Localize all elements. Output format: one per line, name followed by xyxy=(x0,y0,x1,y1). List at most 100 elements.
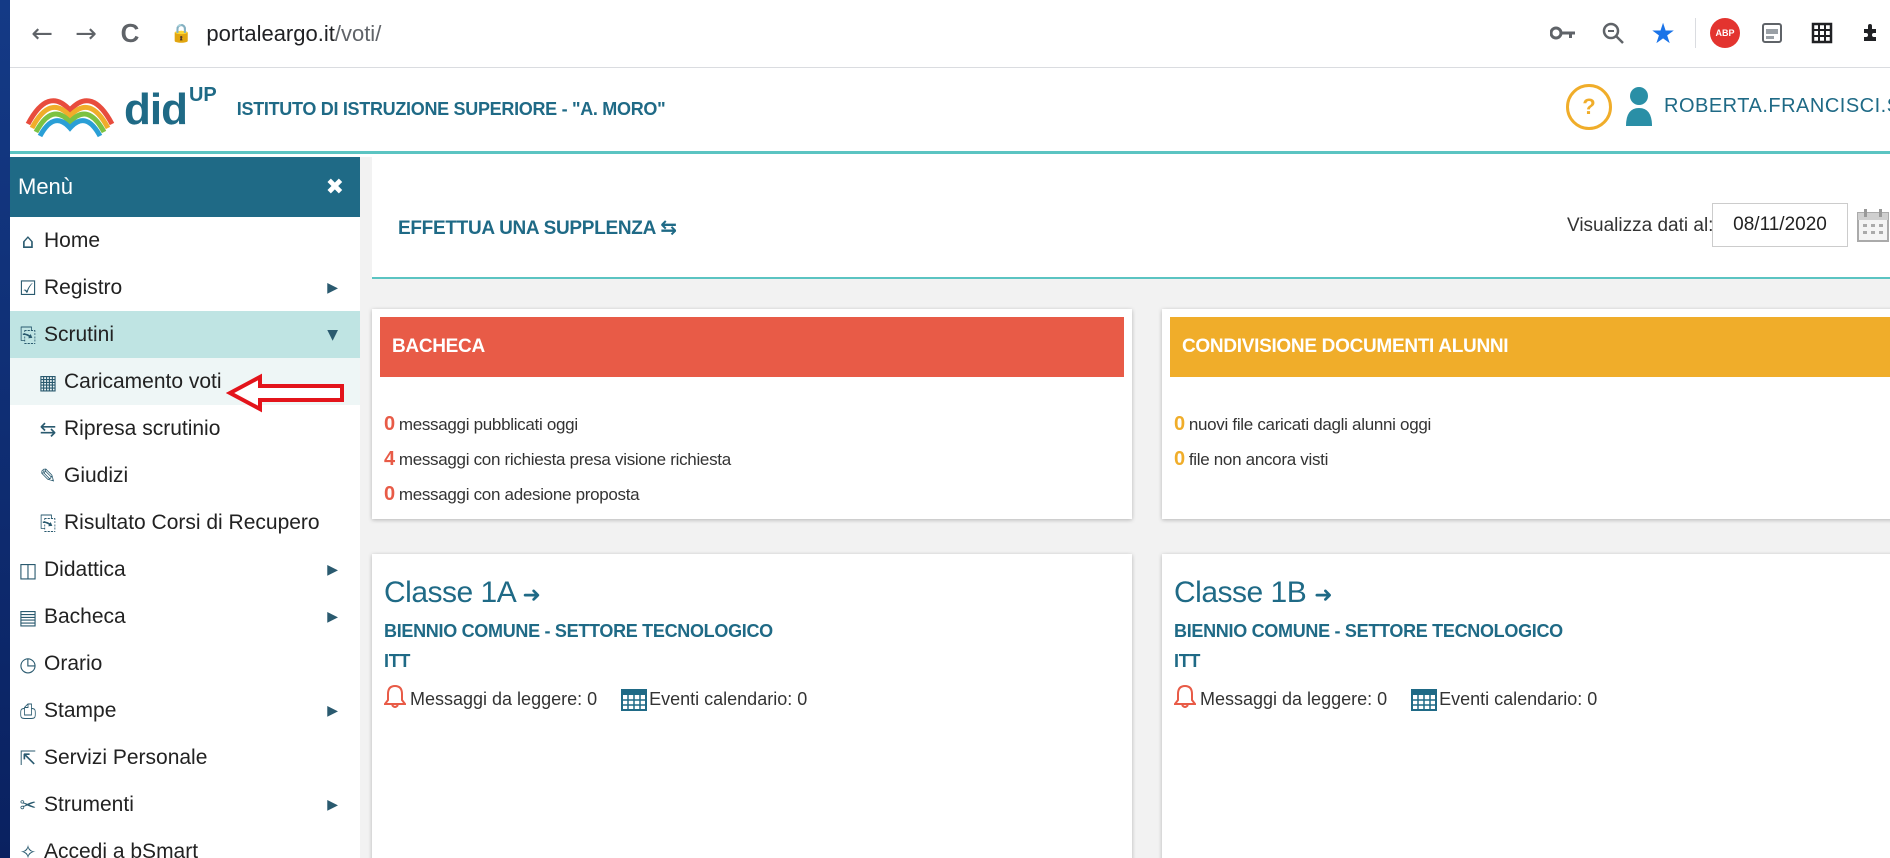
sidebar-item-orario[interactable]: ◷ Orario xyxy=(10,640,360,687)
line-text: nuovi file caricati dagli alunni oggi xyxy=(1188,414,1431,434)
user-menu[interactable]: ROBERTA.FRANCISCI.SC xyxy=(1624,86,1890,126)
logo-text: did xyxy=(124,84,188,134)
question-icon: ? xyxy=(1582,94,1596,119)
page-toolbar: EFFETTUA UNA SUPPLENZA ⇆ Visualizza dati… xyxy=(372,157,1890,279)
lock-icon: 🔒 xyxy=(170,23,193,44)
sidebar-item-scrutini[interactable]: ⎘ Scrutini ▼ xyxy=(10,311,360,358)
class-school: ITT xyxy=(1174,650,1201,671)
forward-button[interactable]: → xyxy=(64,12,108,56)
date-field[interactable]: 08/11/2020 xyxy=(1712,203,1848,247)
bsmart-icon: ✧ xyxy=(19,839,37,858)
calendar-icon[interactable] xyxy=(1856,207,1890,243)
rainbow-logo-icon xyxy=(25,97,115,137)
sidebar-item-didattica[interactable]: ◫ Didattica ▶ xyxy=(10,546,360,593)
book-icon: ◫ xyxy=(18,557,38,582)
printer-icon: ⎙ xyxy=(20,698,36,723)
bell-icon xyxy=(383,684,407,714)
bacheca-header[interactable]: BACHECA xyxy=(380,317,1124,377)
sidebar-item-label: Stampe xyxy=(44,698,117,722)
adblock-extension-icon[interactable]: ABP xyxy=(1710,18,1740,48)
bacheca-line[interactable]: 0 messaggi pubblicati oggi xyxy=(372,407,1132,442)
logo-superscript: UP xyxy=(188,84,217,106)
sidebar-item-bsmart[interactable]: ✧ Accedi a bSmart xyxy=(10,828,360,858)
class-stats: Messaggi da leggere: 0 Eventi calendario… xyxy=(372,676,1132,722)
sidebar-item-stampe[interactable]: ⎙ Stampe ▶ xyxy=(10,687,360,734)
sidebar-item-home[interactable]: ⌂ Home xyxy=(10,217,360,264)
user-name: ROBERTA.FRANCISCI.SC xyxy=(1664,94,1890,117)
condivisione-line[interactable]: 0 nuovi file caricati dagli alunni oggi xyxy=(1162,407,1890,442)
count-value: 0 xyxy=(1174,448,1185,470)
enter-icon: ➜ xyxy=(522,583,541,608)
effettua-supplenza-link[interactable]: EFFETTUA UNA SUPPLENZA ⇆ xyxy=(398,215,677,240)
condivisione-header[interactable]: CONDIVISIONE DOCUMENTI ALUNNI xyxy=(1170,317,1890,377)
reload-button[interactable]: C xyxy=(108,12,152,56)
back-arrow-icon: ← xyxy=(31,18,53,49)
messages-count[interactable]: Messaggi da leggere: 0 xyxy=(410,689,597,710)
key-icon[interactable] xyxy=(1545,10,1581,56)
class-stats: Messaggi da leggere: 0 Eventi calendario… xyxy=(1162,676,1890,722)
forward-arrow-icon: → xyxy=(75,18,97,49)
class-card-1b: Classe 1B ➜ BIENNIO COMUNE - SETTORE TEC… xyxy=(1162,554,1890,858)
enter-icon: ➜ xyxy=(1314,583,1333,608)
count-value: 0 xyxy=(1174,413,1185,435)
back-button[interactable]: ← xyxy=(20,12,64,56)
grid-extension-icon[interactable] xyxy=(1804,10,1840,56)
sidebar-item-giudizi[interactable]: ✎ Giudizi xyxy=(10,452,360,499)
sidebar-item-label: Didattica xyxy=(44,557,126,581)
count-value: 0 xyxy=(384,483,395,505)
sidebar-item-label: Risultato Corsi di Recupero xyxy=(64,510,320,534)
events-count[interactable]: Eventi calendario: 0 xyxy=(1439,689,1597,710)
app-header: did UP ISTITUTO DI ISTRUZIONE SUPERIORE -… xyxy=(10,68,1890,154)
line-text: file non ancora visti xyxy=(1188,449,1329,469)
sidebar-item-label: Registro xyxy=(44,275,123,299)
extension-window-icon[interactable] xyxy=(1754,10,1790,56)
bacheca-line[interactable]: 0 messaggi con adesione proposta xyxy=(372,477,1132,512)
caret-right-icon: ▶ xyxy=(327,608,338,625)
tools-icon: ✂ xyxy=(19,792,37,817)
supplenza-label: EFFETTUA UNA SUPPLENZA xyxy=(398,218,656,239)
user-icon xyxy=(1626,87,1652,126)
bacheca-line[interactable]: 4 messaggi con richiesta presa visione r… xyxy=(372,442,1132,477)
sidebar-item-label: Home xyxy=(44,228,101,252)
menu-header: Menù ✖ xyxy=(10,157,360,217)
condivisione-card: CONDIVISIONE DOCUMENTI ALUNNI 0 nuovi fi… xyxy=(1162,309,1890,519)
sidebar-item-label: Bacheca xyxy=(44,604,126,628)
reload-icon: C xyxy=(120,18,140,48)
caret-right-icon: ▶ xyxy=(327,279,338,296)
calendar-check-icon: ☑ xyxy=(19,275,37,300)
bookmark-star-icon[interactable]: ★ xyxy=(1645,10,1681,56)
retweet-icon: ⇆ xyxy=(39,416,57,441)
events-count[interactable]: Eventi calendario: 0 xyxy=(649,689,807,710)
clock-icon: ◷ xyxy=(19,651,37,676)
sidebar-item-label: Accedi a bSmart xyxy=(44,839,199,858)
sidebar-item-strumenti[interactable]: ✂ Strumenti ▶ xyxy=(10,781,360,828)
calendar-grid-icon xyxy=(1411,689,1438,711)
sidebar-item-registro[interactable]: ☑ Registro ▶ xyxy=(10,264,360,311)
edit-icon: ✎ xyxy=(39,463,57,488)
address-bar[interactable]: 🔒 portaleargo.it/voti/ xyxy=(170,10,1540,58)
class-track: BIENNIO COMUNE - SETTORE TECNOLOGICO xyxy=(1174,620,1563,641)
count-value: 4 xyxy=(384,448,395,470)
messages-count[interactable]: Messaggi da leggere: 0 xyxy=(1200,689,1387,710)
didup-logo[interactable]: did UP xyxy=(24,80,217,140)
sidebar-item-servizi-personale[interactable]: ⇱ Servizi Personale xyxy=(10,734,360,781)
class-title-link[interactable]: Classe 1B ➜ xyxy=(1162,554,1890,616)
home-icon: ⌂ xyxy=(21,228,35,253)
browser-toolbar: ← → C 🔒 portaleargo.it/voti/ ★ ABP xyxy=(10,0,1890,68)
puzzle-extensions-icon[interactable] xyxy=(1854,10,1890,56)
close-menu-icon[interactable]: ✖ xyxy=(326,175,344,200)
caret-right-icon: ▶ xyxy=(327,561,338,578)
document-export-icon: ⎘ xyxy=(40,510,56,535)
sidebar-item-label: Servizi Personale xyxy=(44,745,208,769)
help-button[interactable]: ? xyxy=(1566,84,1612,130)
sidebar-item-risultato-corsi[interactable]: ⎘ Risultato Corsi di Recupero xyxy=(10,499,360,546)
zoom-icon[interactable] xyxy=(1595,10,1631,56)
swap-icon: ⇆ xyxy=(660,215,677,239)
browser-window: ← → C 🔒 portaleargo.it/voti/ ★ ABP did U… xyxy=(10,0,1890,858)
caret-right-icon: ▶ xyxy=(327,796,338,813)
condivisione-line[interactable]: 0 file non ancora visti xyxy=(1162,442,1890,477)
sidebar-item-bacheca[interactable]: ▤ Bacheca ▶ xyxy=(10,593,360,640)
date-label: Visualizza dati al: xyxy=(1567,215,1714,236)
main-content: EFFETTUA UNA SUPPLENZA ⇆ Visualizza dati… xyxy=(360,157,1890,858)
class-title-link[interactable]: Classe 1A ➜ xyxy=(372,554,1132,616)
